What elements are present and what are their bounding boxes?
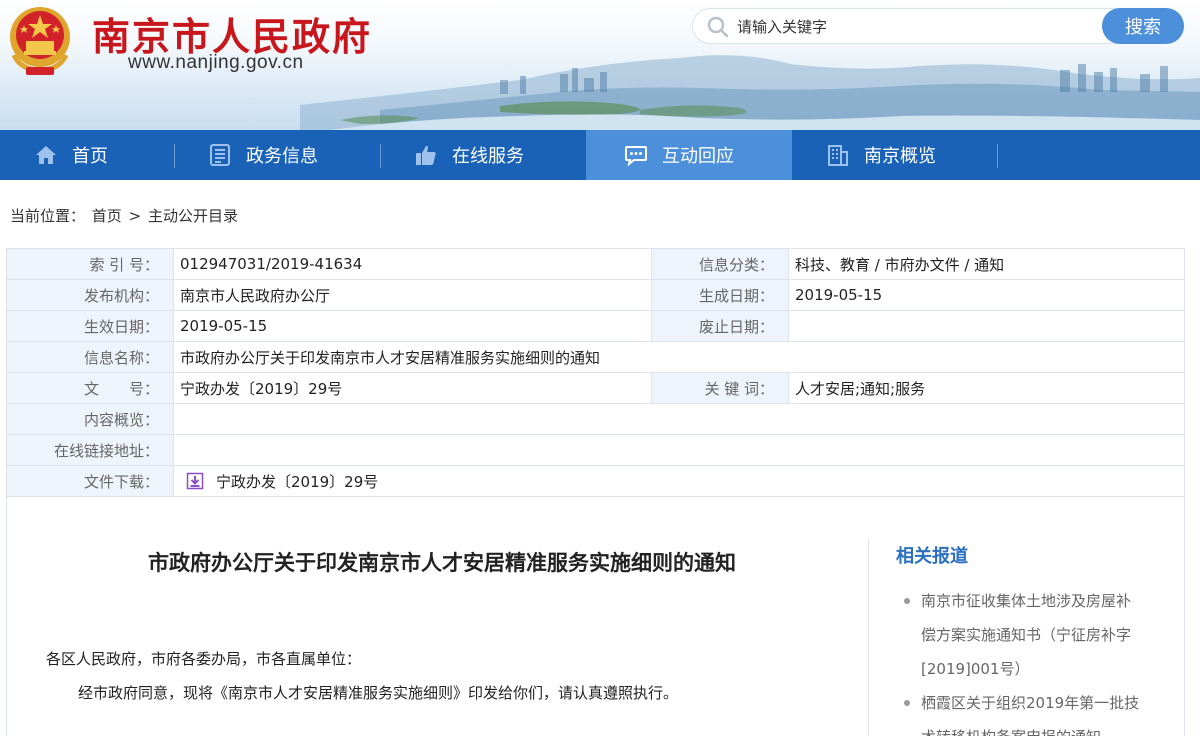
expire-date-value bbox=[788, 310, 1185, 342]
keywords-value: 人才安居;通知;服务 bbox=[788, 372, 1185, 404]
online-link-value[interactable] bbox=[173, 434, 1185, 466]
document-salutation: 各区人民政府，市府各委办局，市各直属单位： bbox=[46, 650, 362, 668]
summary-value bbox=[173, 403, 1185, 435]
publisher-value: 南京市人民政府办公厅 bbox=[173, 279, 652, 311]
search-icon bbox=[707, 16, 729, 38]
file-download-label: 文件下载： bbox=[6, 465, 174, 497]
national-emblem-icon bbox=[10, 7, 70, 75]
related-reports-title: 相关报道 bbox=[896, 546, 968, 567]
index-value: 012947031/2019-41634 bbox=[173, 248, 652, 280]
document-title: 市政府办公厅关于印发南京市人才安居精准服务实施细则的通知 bbox=[148, 551, 736, 575]
summary-label: 内容概览： bbox=[6, 403, 174, 435]
publisher-label: 发布机构： bbox=[6, 279, 174, 311]
category-value: 科技、教育 / 市府办文件 / 通知 bbox=[788, 248, 1185, 280]
nav-divider bbox=[174, 144, 175, 168]
related-report-item[interactable]: 南京市征收集体土地涉及房屋补 偿方案实施通知书（宁征房补字 [2019]001号… bbox=[904, 584, 1154, 686]
document-icon bbox=[210, 144, 230, 166]
info-name-value: 市政府办公厅关于印发南京市人才安居精准服务实施细则的通知 bbox=[173, 341, 1185, 373]
created-date-value: 2019-05-15 bbox=[788, 279, 1185, 311]
nav-divider bbox=[380, 144, 381, 168]
nav-government-info-label: 政务信息 bbox=[246, 146, 318, 167]
related-report-item[interactable]: 栖霞区关于组织2019年第一批技 术转移机构备案申报的通知 bbox=[904, 686, 1154, 736]
search-button[interactable]: 搜索 bbox=[1102, 8, 1184, 44]
file-download-link[interactable]: 宁政办发〔2019〕29号 bbox=[216, 473, 378, 491]
table-row: 在线链接地址： bbox=[6, 434, 1185, 466]
nav-divider bbox=[997, 144, 998, 168]
related-reports-list: 南京市征收集体土地涉及房屋补 偿方案实施通知书（宁征房补字 [2019]001号… bbox=[904, 584, 1154, 736]
file-download-cell: 宁政办发〔2019〕29号 bbox=[173, 465, 1185, 497]
nav-home-label: 首页 bbox=[72, 146, 108, 167]
nav-home[interactable]: 首页 bbox=[34, 130, 108, 180]
site-url: www.nanjing.gov.cn bbox=[128, 52, 304, 73]
table-row: 索 引 号： 012947031/2019-41634 信息分类： 科技、教育 … bbox=[6, 248, 1185, 280]
nav-nanjing-overview[interactable]: 南京概览 bbox=[826, 130, 936, 180]
nav-interaction[interactable]: 互动回应 bbox=[586, 130, 792, 180]
breadcrumb: 当前位置： 首页 > 主动公开目录 bbox=[10, 205, 240, 226]
breadcrumb-current[interactable]: 主动公开目录 bbox=[148, 207, 238, 225]
table-row: 生效日期： 2019-05-15 废止日期： bbox=[6, 310, 1185, 342]
doc-number-label: 文 号： bbox=[6, 372, 174, 404]
online-link-label: 在线链接地址： bbox=[6, 434, 174, 466]
download-icon[interactable] bbox=[186, 472, 204, 490]
effective-date-label: 生效日期： bbox=[6, 310, 174, 342]
sidebar-divider bbox=[868, 538, 869, 736]
keywords-label: 关 键 词： bbox=[651, 372, 789, 404]
category-label: 信息分类： bbox=[651, 248, 789, 280]
info-name-label: 信息名称： bbox=[6, 341, 174, 373]
document-info-table: 索 引 号： 012947031/2019-41634 信息分类： 科技、教育 … bbox=[6, 248, 1185, 497]
search-input[interactable] bbox=[737, 13, 1097, 40]
index-label: 索 引 号： bbox=[6, 248, 174, 280]
nav-online-service[interactable]: 在线服务 bbox=[414, 130, 524, 180]
site-header: 南京市人民政府 www.nanjing.gov.cn 搜索 bbox=[0, 0, 1200, 130]
table-row: 发布机构： 南京市人民政府办公厅 生成日期： 2019-05-15 bbox=[6, 279, 1185, 311]
building-icon bbox=[828, 145, 848, 166]
table-row: 文 号： 宁政办发〔2019〕29号 关 键 词： 人才安居;通知;服务 bbox=[6, 372, 1185, 404]
breadcrumb-separator: > bbox=[128, 207, 142, 225]
table-row: 文件下载： 宁政办发〔2019〕29号 bbox=[6, 465, 1185, 497]
chat-icon bbox=[625, 146, 647, 167]
main-nav: 首页 政务信息 在线服务 互动回应 南京概览 bbox=[0, 130, 1200, 180]
effective-date-value: 2019-05-15 bbox=[173, 310, 652, 342]
created-date-label: 生成日期： bbox=[651, 279, 789, 311]
breadcrumb-prefix: 当前位置： bbox=[10, 207, 86, 225]
expire-date-label: 废止日期： bbox=[651, 310, 789, 342]
nav-government-info[interactable]: 政务信息 bbox=[208, 130, 318, 180]
thumbs-up-icon bbox=[416, 145, 436, 165]
table-row: 信息名称： 市政府办公厅关于印发南京市人才安居精准服务实施细则的通知 bbox=[6, 341, 1185, 373]
related-report-line: [2019]001号） bbox=[921, 660, 1030, 678]
nav-nanjing-overview-label: 南京概览 bbox=[864, 146, 936, 167]
related-report-line: 南京市征收集体土地涉及房屋补 bbox=[921, 592, 1132, 610]
document-paragraph: 经市政府同意，现将《南京市人才安居精准服务实施细则》印发给你们，请认真遵照执行。 bbox=[78, 684, 679, 702]
doc-number-value: 宁政办发〔2019〕29号 bbox=[173, 372, 652, 404]
breadcrumb-home[interactable]: 首页 bbox=[92, 207, 122, 225]
search-box: 搜索 bbox=[692, 8, 1184, 44]
nav-online-service-label: 在线服务 bbox=[452, 146, 524, 167]
nav-interaction-label: 互动回应 bbox=[662, 146, 734, 167]
table-row: 内容概览： bbox=[6, 403, 1185, 435]
related-report-line: 栖霞区关于组织2019年第一批技 bbox=[921, 694, 1140, 712]
related-report-line: 术转移机构备案申报的通知 bbox=[921, 728, 1101, 736]
home-icon bbox=[36, 146, 56, 164]
related-report-line: 偿方案实施通知书（宁征房补字 bbox=[921, 626, 1132, 644]
